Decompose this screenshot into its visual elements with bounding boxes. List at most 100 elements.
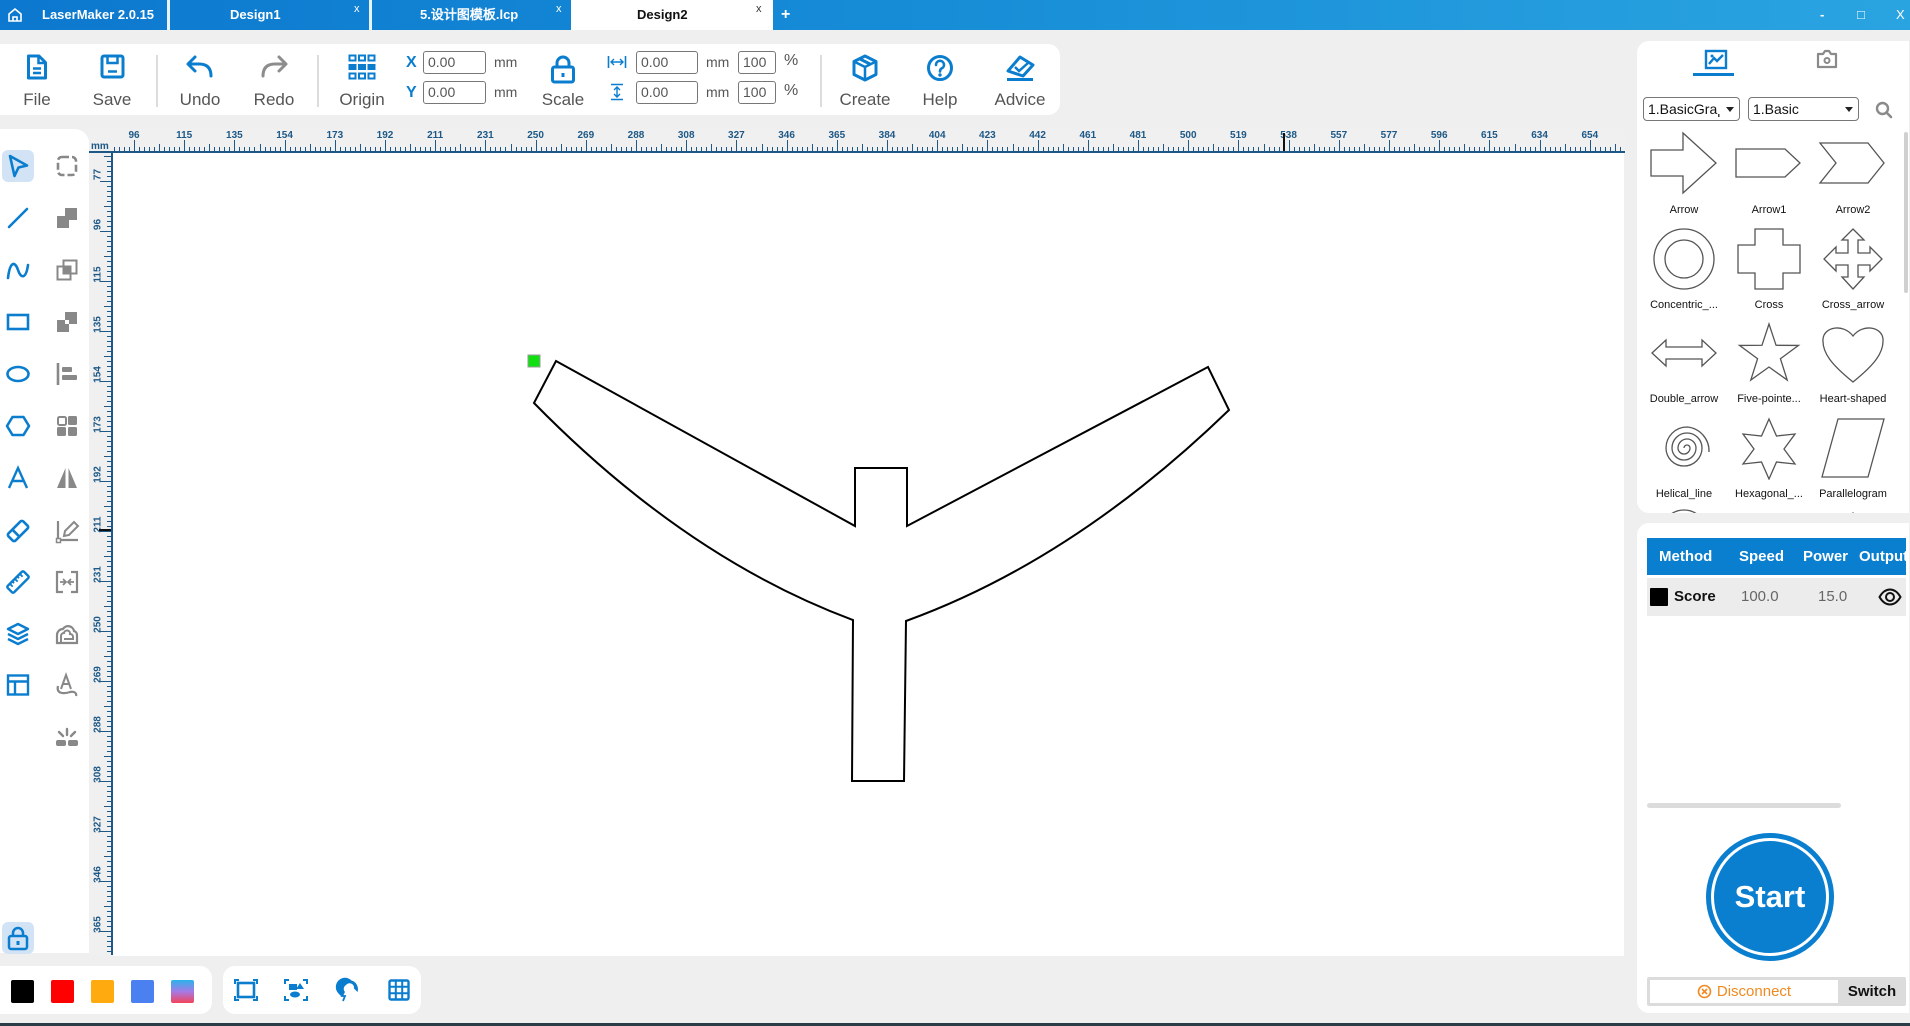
tool-intersect[interactable] [51, 254, 83, 286]
add-tab-button[interactable]: + [781, 0, 790, 30]
tool-light-burst[interactable] [51, 722, 83, 754]
origin-button[interactable]: Origin [325, 44, 399, 115]
library-scrollbar[interactable] [1904, 132, 1908, 293]
y-position-input[interactable]: 0.00 [423, 81, 486, 104]
ruler-tick [330, 147, 331, 151]
tool-line[interactable] [2, 202, 34, 234]
switch-button[interactable]: Switch [1840, 980, 1904, 1003]
panel-scrollbar[interactable] [1647, 803, 1841, 808]
header-power: Power [1803, 548, 1849, 565]
height-input[interactable]: 0.00 [636, 81, 698, 104]
ruler-label: 192 [376, 130, 394, 141]
close-window-button[interactable]: X [1896, 0, 1905, 30]
tool-rounded-frame[interactable] [51, 150, 83, 182]
ruler-tick [1013, 144, 1014, 151]
tab-design1[interactable]: Design1 x [170, 0, 370, 30]
ruler-label: 423 [979, 130, 996, 141]
ruler-tick [107, 811, 111, 812]
width-percent-input[interactable]: 100 [738, 51, 776, 74]
file-button[interactable]: File [0, 44, 74, 115]
tab-label: 5.设计图模板.lcp [420, 7, 519, 22]
swatch-orange[interactable] [91, 980, 114, 1003]
ruler-tick [265, 147, 266, 151]
tab-close-button[interactable]: x [354, 2, 360, 16]
tool-select[interactable] [2, 150, 34, 182]
layer-output-toggle[interactable] [1878, 588, 1902, 606]
tool-curve[interactable] [2, 254, 34, 286]
origin-grid-icon [325, 54, 399, 80]
scale-lock-button[interactable]: Scale [526, 44, 600, 115]
start-button[interactable]: Start [1706, 833, 1834, 961]
ruler-tick [107, 201, 111, 202]
tool-ellipse[interactable] [2, 358, 34, 390]
swatch-blue[interactable] [131, 980, 154, 1003]
tool-mirror[interactable] [51, 462, 83, 494]
maximize-button[interactable]: □ [1857, 0, 1865, 30]
tool-text-on-path[interactable] [51, 669, 83, 701]
tool-layout[interactable] [2, 669, 34, 701]
tool-rectangle[interactable] [2, 306, 34, 338]
swatch-gradient[interactable] [171, 980, 194, 1003]
layer-row[interactable]: Score 100.0 15.0 [1647, 578, 1906, 616]
minimize-button[interactable]: - [1820, 0, 1824, 30]
ruler-label: 250 [527, 130, 544, 141]
lock-toggle[interactable] [2, 922, 34, 954]
ruler-tick [1494, 147, 1495, 151]
tool-union[interactable] [51, 202, 83, 234]
tab-template-file[interactable]: 5.设计图模板.lcp x [372, 0, 571, 30]
height-percent-input[interactable]: 100 [738, 81, 776, 104]
help-button[interactable]: Help [903, 44, 977, 115]
ruler-tick [1063, 144, 1064, 151]
shape-label: Hexagonal_... [1735, 488, 1803, 500]
ruler-tick [107, 501, 111, 502]
width-input[interactable]: 0.00 [636, 51, 698, 74]
home-icon[interactable] [7, 7, 23, 23]
tool-text[interactable] [2, 462, 34, 494]
tab-close-button[interactable]: x [756, 2, 762, 16]
advice-button[interactable]: Advice [983, 44, 1057, 115]
undo-button[interactable]: Undo [163, 44, 237, 115]
horizontal-ruler[interactable]: mm 96 115 135 154 173 192 211 231 250 269 288 308 32… [89, 129, 1625, 153]
ruler-tick [104, 656, 111, 657]
subcategory-dropdown[interactable]: 1.Basic [1748, 97, 1859, 121]
tab-close-button[interactable]: x [556, 2, 562, 16]
swatch-red[interactable] [51, 980, 74, 1003]
ruler-tick [1198, 147, 1199, 151]
tab-gallery[interactable] [1701, 49, 1731, 75]
fit-to-view-button[interactable] [231, 976, 261, 1004]
select-all-in-frame-button[interactable] [281, 976, 311, 1004]
tab-design2[interactable]: Design2 x [571, 0, 773, 30]
tool-polygon[interactable] [2, 410, 34, 442]
grid-toggle-button[interactable] [384, 976, 414, 1004]
tab-camera[interactable] [1812, 48, 1842, 74]
tool-measure[interactable] [2, 566, 34, 598]
search-button[interactable] [1875, 101, 1893, 119]
tool-eraser[interactable] [2, 515, 34, 547]
tool-offset[interactable] [51, 618, 83, 650]
snap-magnet-button[interactable] [333, 976, 363, 1004]
redo-button[interactable]: Redo [237, 44, 311, 115]
category-dropdown[interactable]: 1.BasicGrap [1643, 97, 1740, 121]
tool-compress[interactable] [51, 566, 83, 598]
swatch-black[interactable] [11, 980, 34, 1003]
tool-edit-nodes[interactable] [51, 515, 83, 547]
vertical-ruler[interactable]: 77 96 115 135 154 173 192 211 231 250 269 288 308 327… [89, 153, 113, 955]
ruler-tick [1600, 147, 1601, 151]
design-canvas[interactable] [113, 153, 1624, 956]
tool-arrange-grid[interactable] [51, 410, 83, 442]
tool-align-left[interactable] [51, 358, 83, 390]
library-shape-partial [1649, 509, 1719, 513]
ruler-tick [107, 911, 111, 912]
save-button[interactable]: Save [75, 44, 149, 115]
ruler-tick [107, 691, 111, 692]
tool-difference[interactable] [51, 306, 83, 338]
y-shaped-design-outline[interactable] [532, 359, 1231, 782]
tool-layers[interactable] [2, 618, 34, 650]
layer-color-swatch[interactable] [1650, 588, 1668, 606]
file-icon [0, 54, 74, 80]
x-position-input[interactable]: 0.00 [423, 51, 486, 74]
app-title: LaserMaker 2.0.15 [42, 7, 155, 22]
ruler-tick [857, 147, 858, 151]
create-button[interactable]: Create [828, 44, 902, 115]
disconnect-button[interactable]: Disconnect [1650, 980, 1838, 1003]
